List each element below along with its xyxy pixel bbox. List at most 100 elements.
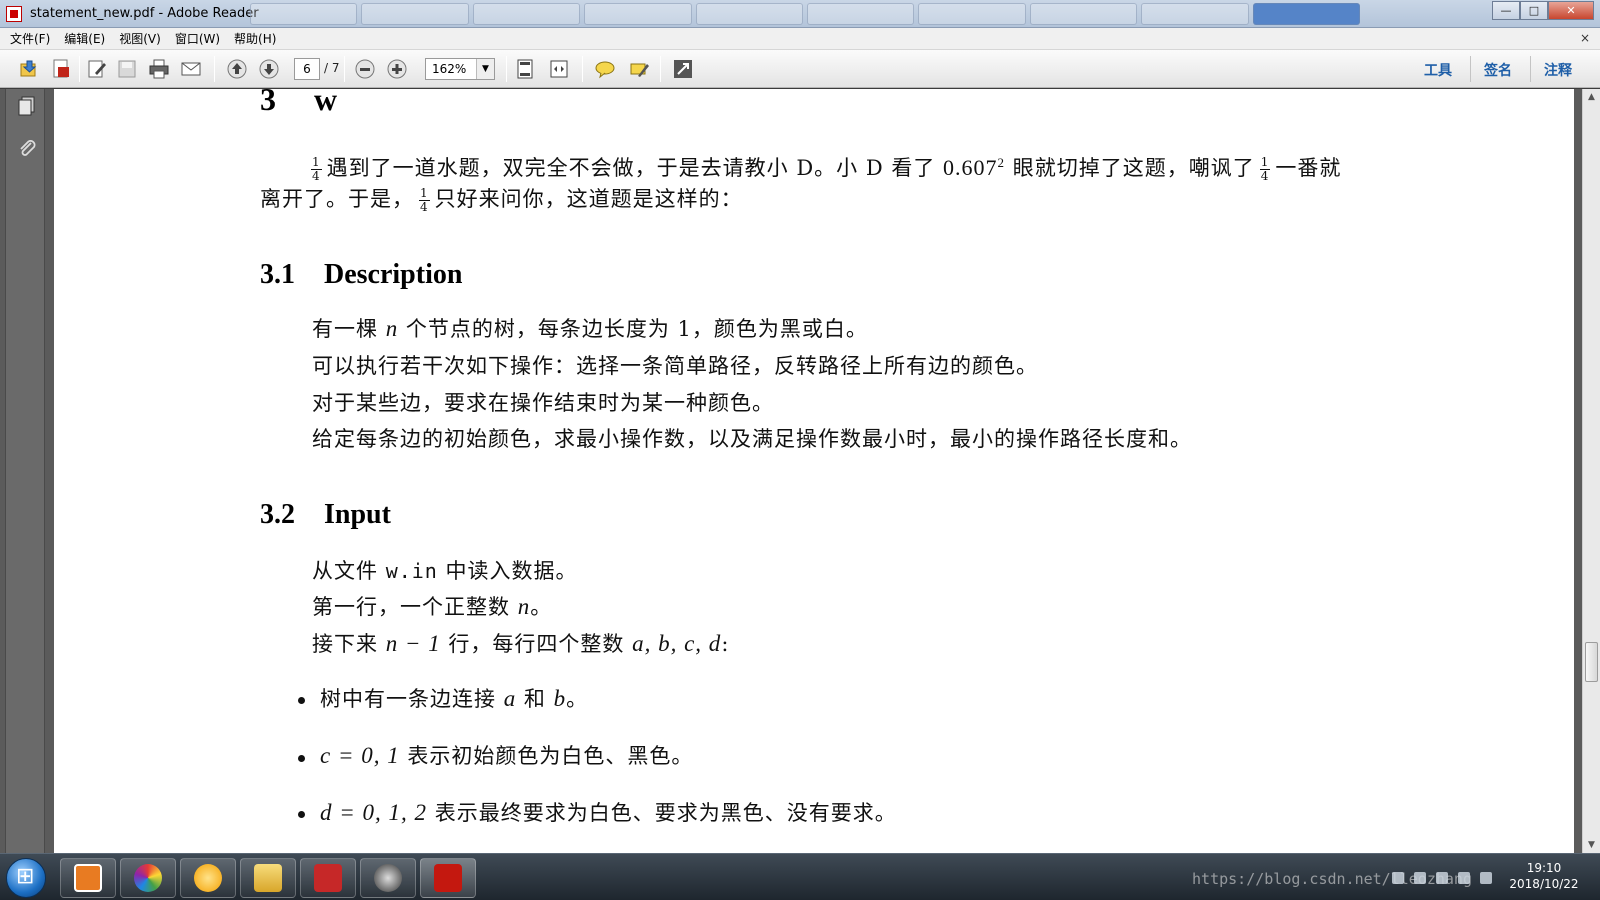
taskbar-cf-app[interactable] <box>300 858 356 898</box>
menu-view[interactable]: 视图(V) <box>119 30 161 47</box>
taskbar-orange-app[interactable] <box>180 858 236 898</box>
help-icon[interactable] <box>1414 872 1426 884</box>
print-button[interactable] <box>146 57 172 81</box>
edit-pdf-button[interactable] <box>84 57 110 81</box>
menu-window[interactable]: 窗口(W) <box>175 30 220 47</box>
disc-icon <box>374 864 402 892</box>
document-view[interactable]: 3 w 1 4 遇到了一道水题，双完全不会做，于是去请教小 D。小 D 看了 0.6… <box>50 89 1582 853</box>
scroll-thumb[interactable] <box>1585 642 1598 682</box>
plus-icon <box>387 59 407 79</box>
page-total: / 7 <box>324 61 340 75</box>
sign-pane-button[interactable]: 签名 <box>1484 60 1512 80</box>
taskbar-adobe-reader[interactable] <box>420 858 476 898</box>
input-line-1: 从文件 w.in 中读入数据。 <box>312 559 578 583</box>
add-comment-button[interactable] <box>592 57 618 81</box>
scroll-up-icon[interactable]: ▲ <box>1583 89 1600 105</box>
next-page-button[interactable] <box>256 57 282 81</box>
full-screen-button[interactable] <box>670 57 696 81</box>
chevron-down-icon[interactable]: ▼ <box>476 59 494 79</box>
fit-page-icon <box>517 59 533 79</box>
title-bar: statement_new.pdf - Adobe Reader — □ ✕ <box>0 0 1600 28</box>
input-line-2: 第一行，一个正整数 n。 <box>312 594 553 620</box>
section-number: 3 <box>260 89 276 117</box>
intro-line-1: 1 4 遇到了一道水题，双完全不会做，于是去请教小 D。小 D 看了 0.6072 … <box>311 155 1342 183</box>
menu-help[interactable]: 帮助(H) <box>234 30 276 47</box>
fraction: 14 <box>311 155 322 183</box>
media-player-icon <box>74 864 102 892</box>
taskbar-media-player[interactable] <box>60 858 116 898</box>
input-heading: 3.2 Input <box>260 499 391 530</box>
zoom-select[interactable]: 162% ▼ <box>425 58 495 80</box>
clock-date: 2018/10/22 <box>1509 877 1579 891</box>
email-button[interactable] <box>178 57 204 81</box>
fit-width-icon <box>550 60 568 78</box>
folder-icon <box>254 864 282 892</box>
page-thumbnails-icon[interactable] <box>16 95 38 117</box>
pdf-file-icon <box>53 59 69 78</box>
close-button[interactable]: ✕ <box>1548 1 1594 20</box>
minimize-button[interactable]: — <box>1492 1 1520 20</box>
taskbar-disc-app[interactable] <box>360 858 416 898</box>
intro-line-2: 离开了。于是， 1 4 只好来问你，这道题是这样的： <box>260 186 743 214</box>
zoom-in-button[interactable] <box>384 57 410 81</box>
window-title: statement_new.pdf - Adobe Reader <box>30 6 259 21</box>
start-button[interactable] <box>6 858 46 898</box>
taskbar: https://blog.csdn.net/lleozhang 19:10 20… <box>0 853 1600 900</box>
vertical-scrollbar[interactable]: ▲ ▼ <box>1582 89 1600 853</box>
adobe-reader-icon <box>434 864 462 892</box>
network-icon[interactable] <box>1436 872 1448 884</box>
description-line-1: 有一棵 n 个节点的树，每条边长度为 1，颜色为黑或白。 <box>312 316 868 342</box>
open-file-button[interactable] <box>16 57 42 81</box>
navigation-pane <box>0 89 50 853</box>
tools-pane-button[interactable]: 工具 <box>1424 60 1452 80</box>
menu-file[interactable]: 文件(F) <box>10 30 50 47</box>
bullet-marker <box>298 755 305 762</box>
highlight-button[interactable] <box>626 57 652 81</box>
taskbar-browser[interactable] <box>120 858 176 898</box>
menu-bar: 文件(F) 编辑(E) 视图(V) 窗口(W) 帮助(H) × <box>0 28 1600 50</box>
save-button[interactable] <box>114 57 140 81</box>
toolbar: 6 / 7 162% ▼ 工具 签名 注释 <box>0 50 1600 88</box>
zoom-out-button[interactable] <box>352 57 378 81</box>
description-line-4: 给定每条边的初始颜色，求最小操作数，以及满足操作数最小时，最小的操作路径长度和。 <box>312 427 1192 451</box>
background-taskbar-ghost <box>250 3 1361 25</box>
bullet-item: 树中有一条边连接 a 和 b。 <box>320 686 589 712</box>
keyboard-icon[interactable] <box>1392 872 1404 884</box>
action-center-icon[interactable] <box>1480 872 1492 884</box>
volume-icon[interactable] <box>1458 872 1470 884</box>
highlighter-icon <box>630 63 649 77</box>
bullet-item: d = 0, 1, 2 表示最终要求为白色、要求为黑色、没有要求。 <box>320 800 897 826</box>
page-number-input[interactable]: 6 <box>294 58 320 80</box>
bullet-marker <box>298 811 305 818</box>
colorful-browser-icon <box>134 864 162 892</box>
description-line-2: 可以执行若干次如下操作：选择一条简单路径，反转路径上所有边的颜色。 <box>312 354 1038 378</box>
speech-bubble-icon <box>595 61 615 79</box>
description-line-3: 对于某些边，要求在操作结束时为某一种颜色。 <box>312 391 774 415</box>
clock-time: 19:10 <box>1526 861 1562 875</box>
pdf-page: 3 w 1 4 遇到了一道水题，双完全不会做，于是去请教小 D。小 D 看了 0.6… <box>54 89 1574 853</box>
description-heading: 3.1 Description <box>260 259 463 290</box>
envelope-icon <box>181 62 201 76</box>
previous-page-button[interactable] <box>224 57 250 81</box>
cf-app-icon <box>314 864 342 892</box>
menu-edit[interactable]: 编辑(E) <box>64 30 105 47</box>
maximize-button[interactable]: □ <box>1520 1 1548 20</box>
create-pdf-button[interactable] <box>48 57 74 81</box>
fit-page-button[interactable] <box>512 57 538 81</box>
section-heading: 3 w <box>260 89 337 118</box>
section-title: w <box>314 89 338 117</box>
adobe-reader-icon <box>6 6 22 22</box>
input-line-3: 接下来 n − 1 行，每行四个整数 a, b, c, d: <box>312 631 730 657</box>
attachments-icon[interactable] <box>16 137 38 159</box>
clock[interactable]: 19:10 2018/10/22 <box>1496 860 1592 892</box>
close-document-icon[interactable]: × <box>1580 31 1590 45</box>
minus-icon <box>355 59 375 79</box>
comment-pane-button[interactable]: 注释 <box>1544 60 1572 80</box>
taskbar-explorer[interactable] <box>240 858 296 898</box>
bullet-marker <box>298 697 305 704</box>
scroll-down-icon[interactable]: ▼ <box>1583 837 1600 853</box>
printer-icon <box>149 59 169 79</box>
orange-icon <box>194 864 222 892</box>
arrow-up-icon <box>227 59 247 79</box>
fit-width-button[interactable] <box>546 57 572 81</box>
